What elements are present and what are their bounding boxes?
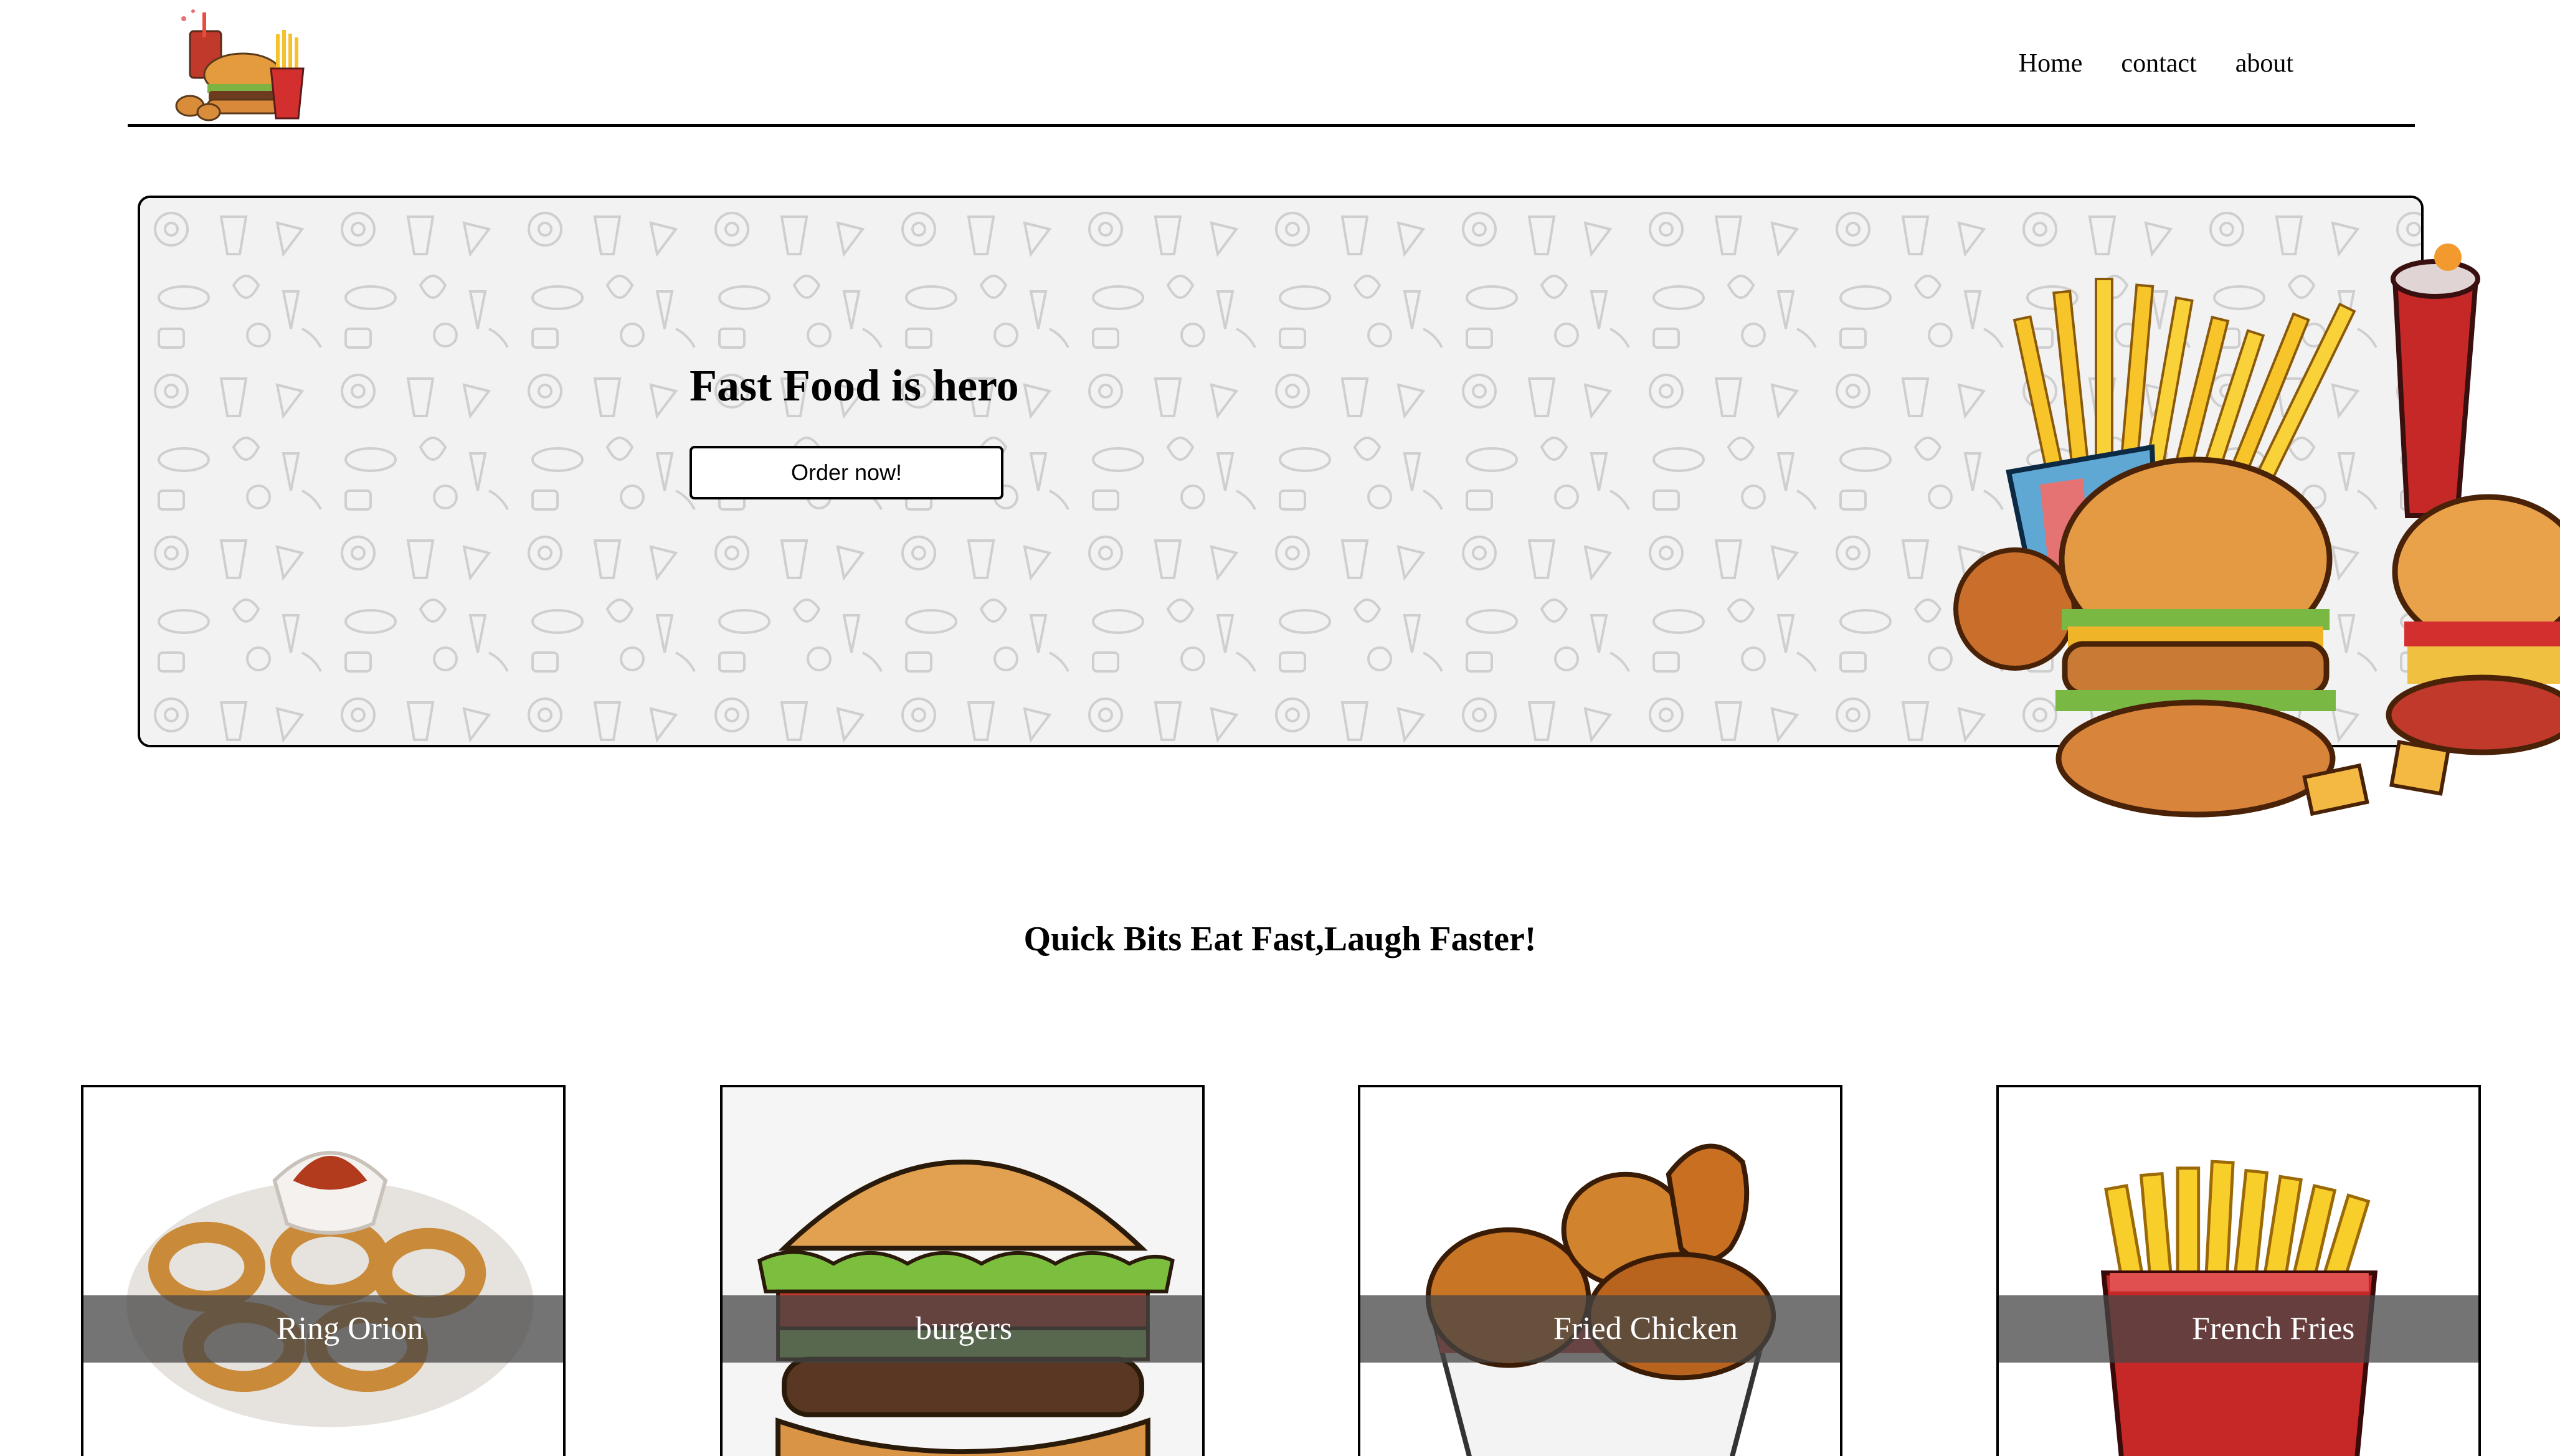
onion-rings-image [126, 1151, 534, 1427]
menu-card-french-fries[interactable]: French Fries [1996, 1085, 2481, 1456]
card-label-ring-orion: Ring Orion [277, 1311, 424, 1346]
nav-link-contact[interactable]: contact [2121, 49, 2196, 78]
tagline-heading: Quick Bits Eat Fast,Laugh Faster! [1023, 920, 1537, 958]
hero-title: Fast Food is hero [690, 361, 1019, 410]
french-fries-image [2100, 1160, 2378, 1456]
card-label-french-fries: French Fries [2192, 1311, 2355, 1346]
nav-link-home[interactable]: Home [2019, 49, 2083, 78]
menu-card-burgers[interactable]: burgers [720, 1085, 1205, 1456]
card-label-burgers: burgers [916, 1311, 1013, 1346]
site-header: Home contact about [128, 0, 2415, 127]
order-now-button[interactable]: Order now! [690, 446, 1003, 499]
card-label-fried-chicken: Fried Chicken [1553, 1311, 1738, 1346]
fried-chicken-image [1425, 1143, 1776, 1456]
burger-image [723, 1088, 1202, 1456]
fast-food-combo-illustration [1946, 223, 2560, 846]
menu-card-onion-rings[interactable]: Ring Orion [81, 1085, 566, 1456]
fast-food-logo-icon[interactable] [165, 6, 321, 121]
main-nav: Home contact about [2019, 49, 2293, 78]
menu-card-fried-chicken[interactable]: Fried Chicken [1358, 1085, 1842, 1456]
nav-link-about[interactable]: about [2235, 49, 2293, 78]
hero-banner: Fast Food is hero Order now! [138, 196, 2560, 818]
